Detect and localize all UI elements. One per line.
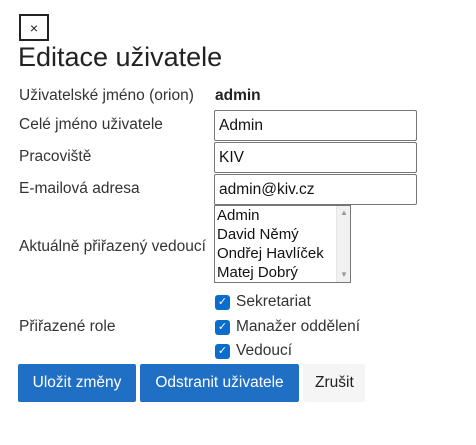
close-button[interactable]: × — [19, 14, 49, 41]
supervisor-option[interactable]: Ondřej Havlíček — [215, 244, 350, 263]
role-label: Sekretariat — [236, 293, 311, 310]
checkbox-checked-icon[interactable]: ✓ — [215, 319, 230, 335]
role-vedouci[interactable]: ✓ Vedoucí — [215, 342, 292, 360]
supervisor-option[interactable]: David Němý — [215, 225, 350, 244]
role-label: Vedoucí — [236, 342, 293, 359]
page-title: Editace uživatele — [18, 42, 223, 72]
fullname-field[interactable] — [214, 110, 417, 141]
scroll-down-icon[interactable]: ▼ — [337, 268, 350, 282]
scroll-up-icon[interactable]: ▲ — [337, 206, 350, 220]
listbox-scrollbar[interactable]: ▲ ▼ — [336, 206, 350, 282]
supervisor-listbox[interactable]: Admin David Němý Ondřej Havlíček Matej D… — [214, 205, 351, 283]
supervisor-option[interactable]: Matej Dobrý — [215, 263, 350, 282]
role-label: Manažer oddělení — [236, 318, 361, 335]
workplace-label: Pracoviště — [19, 148, 92, 165]
roles-label: Přiřazené role — [19, 318, 116, 335]
checkbox-checked-icon[interactable]: ✓ — [215, 294, 230, 310]
workplace-field[interactable] — [214, 142, 417, 173]
fullname-label: Celé jméno uživatele — [19, 116, 163, 133]
email-label: E-mailová adresa — [19, 180, 140, 197]
save-button[interactable]: Uložit změny — [18, 364, 136, 402]
supervisor-label: Aktuálně přiřazený vedoucí — [19, 238, 206, 255]
role-sekretariat[interactable]: ✓ Sekretariat — [215, 293, 311, 311]
email-field[interactable] — [214, 174, 417, 205]
supervisor-option[interactable]: Admin — [215, 206, 350, 225]
close-icon: × — [29, 19, 39, 36]
cancel-button[interactable]: Zrušit — [303, 364, 365, 402]
delete-user-button[interactable]: Odstranit uživatele — [140, 364, 299, 402]
username-value: admin — [215, 87, 261, 104]
username-label: Uživatelské jméno (orion) — [19, 87, 194, 104]
role-manazer[interactable]: ✓ Manažer oddělení — [215, 318, 360, 336]
checkbox-checked-icon[interactable]: ✓ — [215, 343, 230, 359]
